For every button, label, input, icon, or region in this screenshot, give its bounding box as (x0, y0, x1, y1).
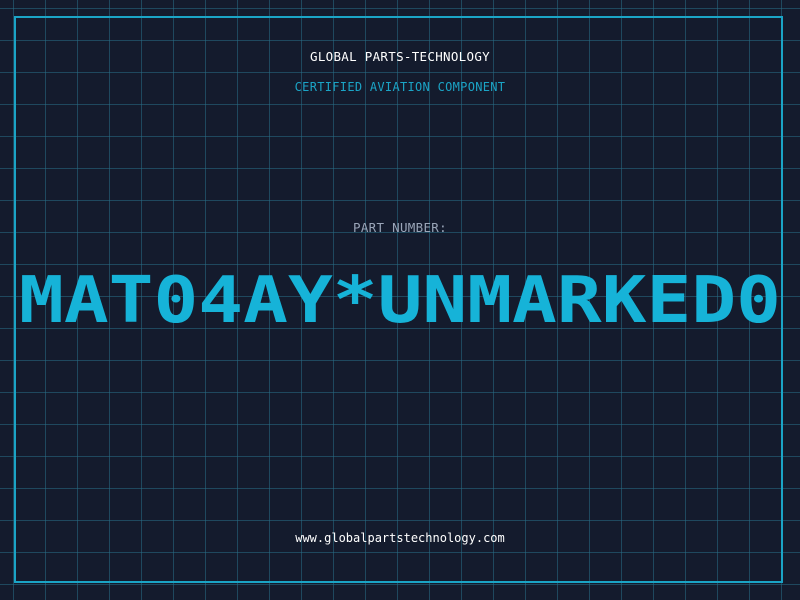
part-number-display: MAT04AY*UNMARKED0 (19, 264, 781, 334)
certification-subtitle: CERTIFIED AVIATION COMPONENT (294, 80, 506, 94)
part-number-value: MAT04AY*UNMARKED0 (19, 264, 781, 334)
company-name: GLOBAL PARTS-TECHNOLOGY (310, 49, 490, 64)
website-url[interactable]: www.globalpartstechnology.com (0, 531, 800, 545)
part-number-label: PART NUMBER: (353, 220, 447, 235)
